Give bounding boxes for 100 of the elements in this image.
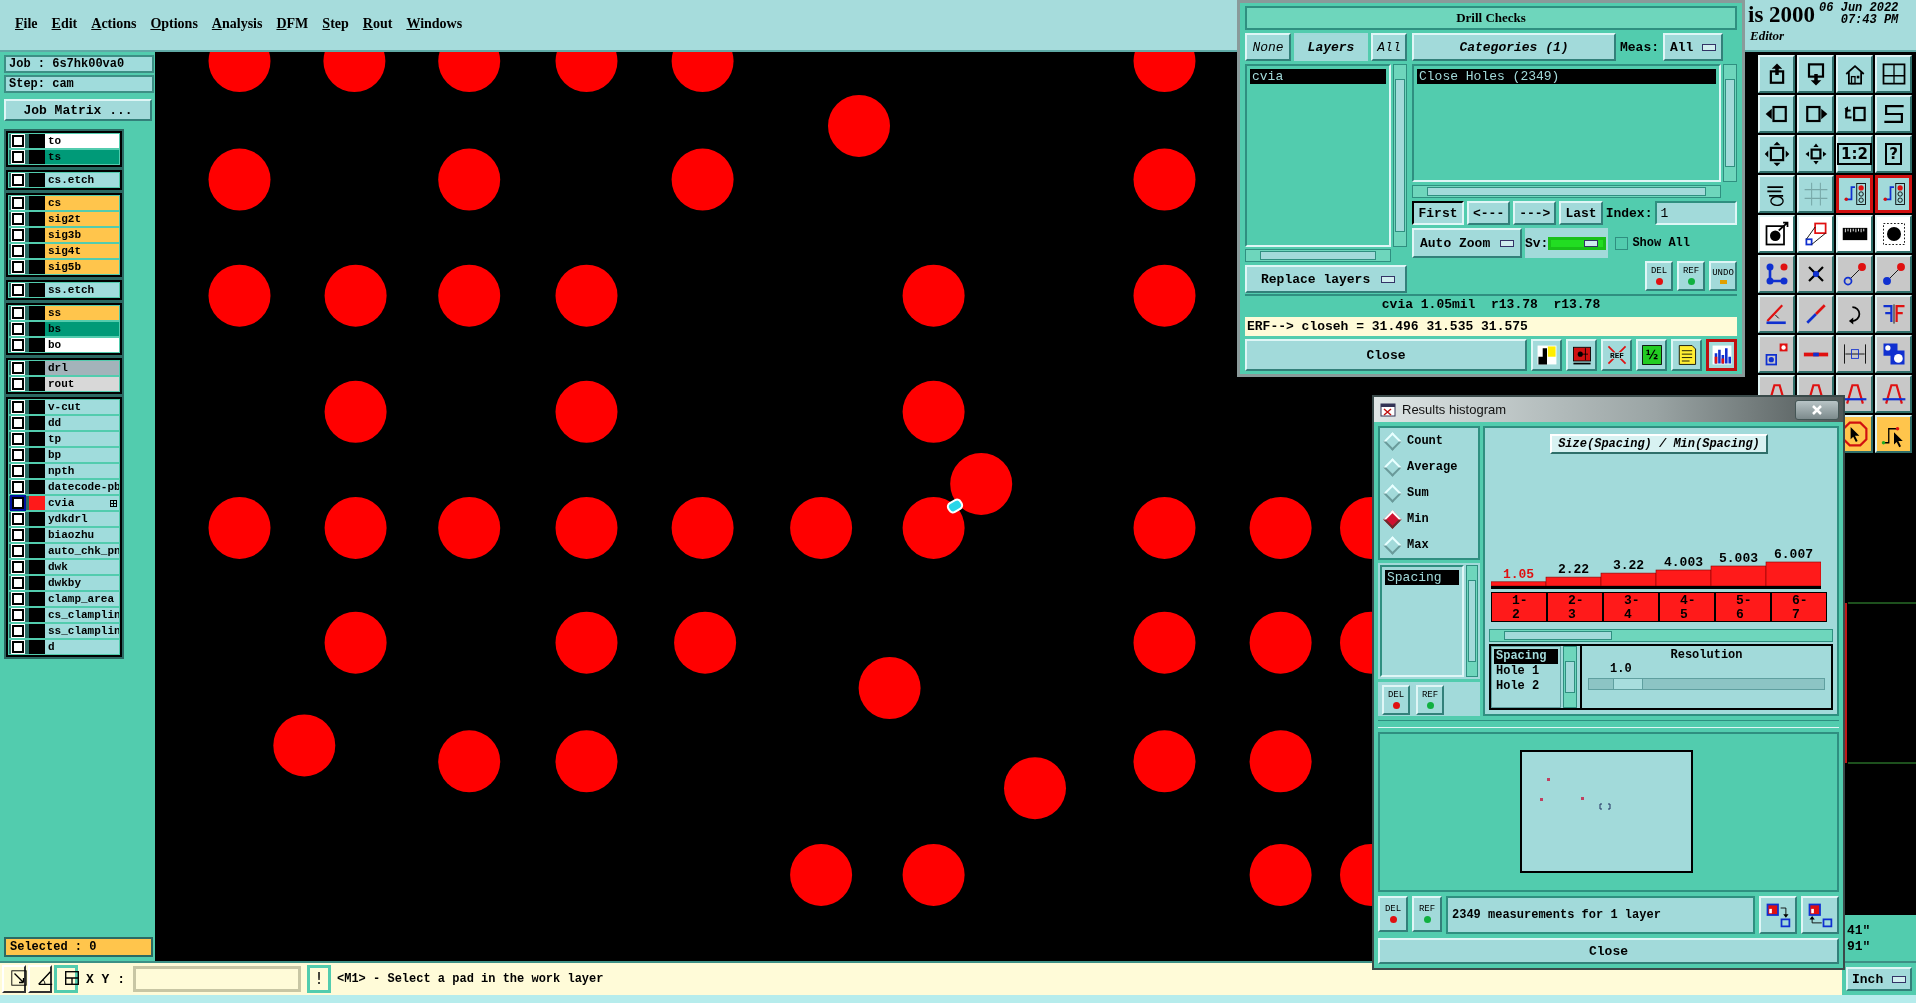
layer-item[interactable]: ss.etch <box>45 283 119 297</box>
layer-item[interactable]: dwk <box>45 560 119 574</box>
layer-item[interactable]: ts <box>45 150 119 164</box>
layer-item[interactable]: bo <box>45 338 119 352</box>
nav-button[interactable]: First <box>1412 201 1464 225</box>
index-field[interactable]: 1 <box>1655 201 1737 225</box>
layer-checkbox[interactable] <box>12 323 24 335</box>
tool-button[interactable] <box>54 965 78 993</box>
layer-item[interactable]: to <box>45 134 119 148</box>
del-button[interactable]: DEL <box>1382 685 1410 715</box>
layer-checkbox[interactable] <box>12 577 24 589</box>
scrollbar[interactable] <box>1393 64 1407 247</box>
layer-checkbox[interactable] <box>12 561 24 573</box>
layer-item[interactable]: cs.etch <box>45 173 119 187</box>
layer-item[interactable]: drl <box>45 361 119 375</box>
radio-option[interactable]: Sum <box>1386 486 1478 500</box>
layer-checkbox[interactable] <box>12 261 24 273</box>
layer-item[interactable]: cs <box>45 196 119 210</box>
list-item[interactable]: cvia <box>1250 69 1386 84</box>
layer-checkbox[interactable] <box>12 465 24 477</box>
list-item[interactable]: Hole 2 <box>1494 679 1558 694</box>
all-button[interactable]: All <box>1371 33 1407 61</box>
toolbar-button[interactable] <box>1836 175 1873 213</box>
radio-option[interactable]: Average <box>1386 460 1478 474</box>
toolbar-button[interactable]: ? <box>1875 135 1912 173</box>
del-button[interactable]: DEL <box>1378 896 1408 932</box>
layer-item[interactable]: npth <box>45 464 119 478</box>
chart-swap-button[interactable] <box>1801 896 1839 934</box>
scrollbar[interactable] <box>1723 64 1737 182</box>
list-item[interactable]: Spacing <box>1494 649 1558 664</box>
layer-checkbox[interactable] <box>12 197 24 209</box>
layer-checkbox[interactable] <box>12 641 24 653</box>
menu-item[interactable]: Actions <box>91 16 137 32</box>
layer-checkbox[interactable] <box>12 307 24 319</box>
nav-button[interactable]: ---> <box>1513 201 1557 225</box>
layer-item[interactable]: rout <box>45 377 119 391</box>
toolbar-button[interactable] <box>1875 175 1912 213</box>
menu-item[interactable]: Rout <box>362 16 393 32</box>
layer-item[interactable]: sig5b <box>45 260 119 274</box>
units-dropdown[interactable]: Inch <box>1846 967 1912 991</box>
layer-checkbox[interactable] <box>12 245 24 257</box>
radio-option[interactable]: Max <box>1386 538 1478 552</box>
scrollbar[interactable] <box>1466 565 1478 677</box>
layer-checkbox[interactable] <box>12 135 24 147</box>
chart-swap-button[interactable] <box>1759 896 1797 934</box>
slider-track[interactable] <box>1588 678 1825 690</box>
layer-item[interactable]: bp <box>45 448 119 462</box>
menu-item[interactable]: Edit <box>51 16 78 32</box>
list-item[interactable]: Close Holes (2349) <box>1417 69 1716 84</box>
layer-checkbox[interactable] <box>12 609 24 621</box>
layer-checkbox[interactable] <box>12 497 24 509</box>
layer-checkbox[interactable] <box>12 339 24 351</box>
layer-checkbox[interactable] <box>12 449 24 461</box>
coordinate-input[interactable] <box>133 966 301 992</box>
none-button[interactable]: None <box>1245 33 1291 61</box>
menu-item[interactable]: Analysis <box>211 16 263 32</box>
layer-checkbox[interactable] <box>12 529 24 541</box>
layer-item[interactable]: tp <box>45 432 119 446</box>
layer-checkbox[interactable] <box>12 625 24 637</box>
layer-checkbox[interactable] <box>12 378 24 390</box>
layer-checkbox[interactable] <box>12 401 24 413</box>
menu-item[interactable]: File <box>15 16 38 32</box>
meas-dropdown[interactable]: All <box>1663 33 1723 61</box>
layer-checkbox[interactable] <box>12 229 24 241</box>
layer-item[interactable]: dwkby <box>45 576 119 590</box>
layer-item[interactable]: ydkdrl <box>45 512 119 526</box>
layer-checkbox[interactable] <box>12 513 24 525</box>
menu-item[interactable]: Step <box>322 16 349 32</box>
layer-item[interactable]: sig3b <box>45 228 119 242</box>
ref-button[interactable]: REF <box>1677 261 1705 291</box>
auto-zoom-dropdown[interactable]: Auto Zoom <box>1412 228 1522 258</box>
layer-item[interactable]: cvia <box>45 496 119 510</box>
menu-item[interactable]: Windows <box>406 16 463 32</box>
layer-item[interactable]: v-cut <box>45 400 119 414</box>
pane-splitter[interactable] <box>1378 720 1839 728</box>
list-item[interactable]: Spacing <box>1385 570 1459 585</box>
layer-item[interactable]: dd <box>45 416 119 430</box>
layer-item[interactable]: d <box>45 640 119 654</box>
layer-checkbox[interactable] <box>12 433 24 445</box>
layer-item[interactable]: bs <box>45 322 119 336</box>
layer-item[interactable]: biaozhu <box>45 528 119 542</box>
nav-button[interactable]: <--- <box>1467 201 1511 225</box>
layer-checkbox[interactable] <box>12 481 24 493</box>
toolbar-button[interactable]: 1:2 <box>1836 135 1873 173</box>
list-item[interactable]: Hole 1 <box>1494 664 1558 679</box>
categories-button[interactable]: Categories (1) <box>1412 33 1616 61</box>
replace-layers-dropdown[interactable]: Replace layers <box>1245 265 1407 293</box>
del-button[interactable]: DEL <box>1645 261 1673 291</box>
nav-button[interactable]: Last <box>1559 201 1603 225</box>
undo-button[interactable]: UNDO <box>1709 261 1737 291</box>
layer-checkbox[interactable] <box>12 174 24 186</box>
layer-checkbox[interactable] <box>12 151 24 163</box>
layer-checkbox[interactable] <box>12 417 24 429</box>
slider-thumb[interactable] <box>1612 678 1643 690</box>
tool-button[interactable] <box>1706 339 1737 371</box>
layer-checkbox[interactable] <box>12 593 24 605</box>
scrollbar[interactable] <box>1563 646 1577 708</box>
layer-checkbox[interactable] <box>12 545 24 557</box>
scrollbar[interactable] <box>1245 249 1391 262</box>
close-button[interactable]: Close <box>1245 339 1527 371</box>
